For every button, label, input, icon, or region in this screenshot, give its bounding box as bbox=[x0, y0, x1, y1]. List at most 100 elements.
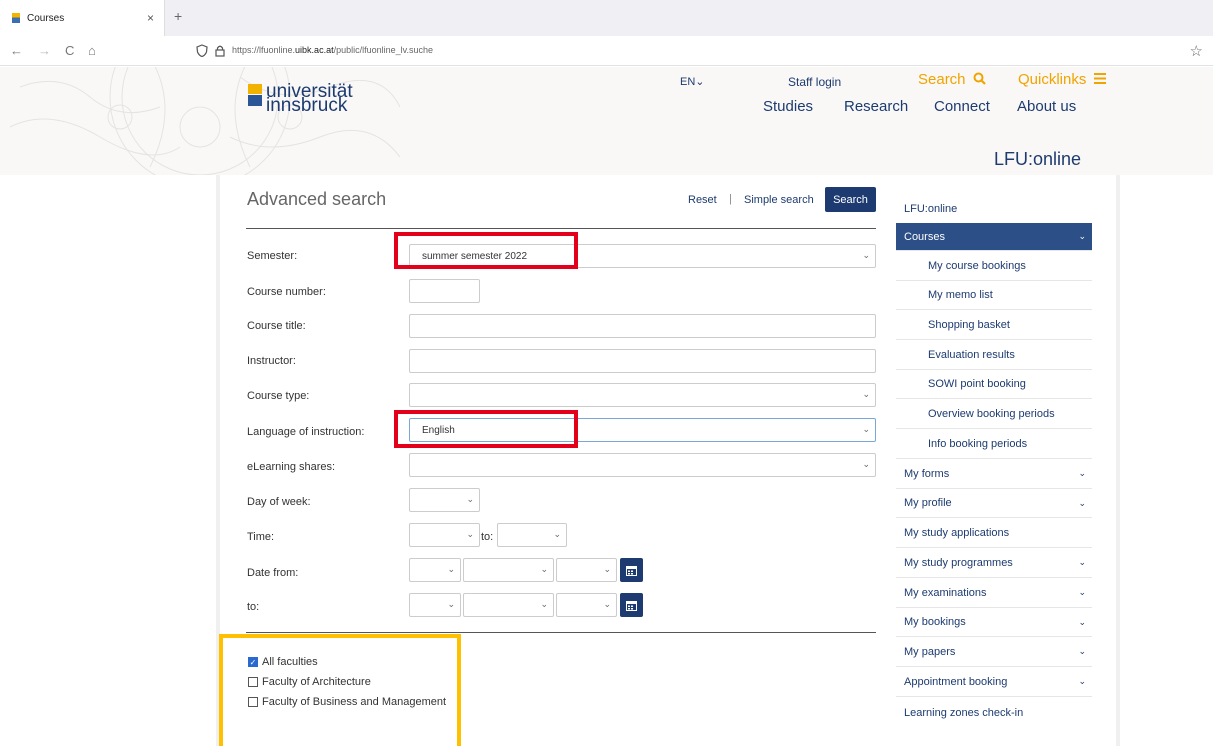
address-bar[interactable]: https://lfuonline.uibk.ac.at/public/lfuo… bbox=[232, 45, 433, 55]
sidebar-item-evaluation-results[interactable]: Evaluation results bbox=[896, 340, 1092, 370]
new-tab-button[interactable]: + bbox=[174, 8, 182, 24]
quicklinks-link[interactable]: Quicklinks bbox=[1018, 71, 1106, 88]
home-icon[interactable]: ⌂ bbox=[88, 43, 96, 58]
date-from-year-select[interactable]: ⌄ bbox=[556, 558, 617, 582]
simple-search-link[interactable]: Simple search bbox=[744, 194, 814, 206]
tab-title: Courses bbox=[27, 12, 65, 24]
language-label: Language of instruction: bbox=[247, 426, 365, 438]
nav-studies[interactable]: Studies bbox=[763, 98, 813, 115]
logo-flag-icon bbox=[248, 84, 262, 106]
sidebar-item-my-examinations[interactable]: My examinations ⌄ bbox=[896, 578, 1092, 608]
reset-link[interactable]: Reset bbox=[688, 194, 717, 206]
chevron-down-icon: ⌄ bbox=[1078, 646, 1086, 656]
browser-tab[interactable]: Courses × bbox=[0, 0, 165, 36]
date-to-year-select[interactable]: ⌄ bbox=[556, 593, 617, 617]
forward-icon[interactable]: → bbox=[38, 43, 51, 58]
nav-connect[interactable]: Connect bbox=[934, 98, 990, 115]
chevron-down-icon: ⌄ bbox=[862, 459, 870, 469]
chevron-down-icon: ⌄ bbox=[447, 564, 455, 574]
chevron-down-icon: ⌄ bbox=[1078, 616, 1086, 627]
sidebar-item-learning-zones-check-in[interactable]: Learning zones check-in bbox=[896, 697, 1092, 719]
date-from-day-select[interactable]: ⌄ bbox=[409, 558, 461, 582]
logo-line-2: innsbruck bbox=[266, 95, 348, 116]
sidebar-item-info-booking-periods[interactable]: Info booking periods bbox=[896, 429, 1092, 459]
sidebar-item-shopping-basket[interactable]: Shopping basket bbox=[896, 310, 1092, 340]
reload-icon[interactable]: C bbox=[65, 43, 74, 58]
chevron-down-icon: ⌄ bbox=[603, 599, 611, 609]
date-from-month-select[interactable]: ⌄ bbox=[463, 558, 554, 582]
elearning-label: eLearning shares: bbox=[247, 461, 336, 473]
instructor-input[interactable] bbox=[409, 349, 876, 373]
date-to-label: to: bbox=[247, 601, 260, 613]
chevron-down-icon: ⌄ bbox=[1078, 676, 1086, 686]
chevron-down-icon: ⌄ bbox=[447, 599, 455, 609]
tracking-shield-icon[interactable] bbox=[196, 44, 208, 60]
browser-nav-bar: ← → C ⌂ https://lfuonline.uibk.ac.at/pub… bbox=[0, 36, 1213, 66]
sidebar-item-my-bookings[interactable]: My bookings ⌄ bbox=[896, 608, 1092, 637]
divider-top bbox=[246, 228, 876, 229]
date-from-label: Date from: bbox=[247, 567, 299, 579]
sidebar-item-appointment-booking[interactable]: Appointment booking ⌄ bbox=[896, 667, 1092, 697]
day-of-week-label: Day of week: bbox=[247, 496, 311, 508]
bookmark-star-icon[interactable]: ☆ bbox=[1190, 42, 1203, 60]
nav-about-us[interactable]: About us bbox=[1017, 98, 1076, 115]
sidebar-item-my-study-applications[interactable]: My study applications bbox=[896, 518, 1092, 548]
course-title-input[interactable] bbox=[409, 314, 876, 338]
course-type-select[interactable]: ⌄ bbox=[409, 383, 876, 407]
link-separator: | bbox=[729, 193, 732, 205]
calendar-icon[interactable] bbox=[620, 593, 643, 617]
lock-icon[interactable] bbox=[215, 44, 225, 60]
chevron-down-icon: ⌄ bbox=[862, 424, 870, 434]
calendar-icon[interactable] bbox=[620, 558, 643, 582]
page-title: Advanced search bbox=[247, 189, 387, 209]
date-to-day-select[interactable]: ⌄ bbox=[409, 593, 461, 617]
sidebar-item-my-forms[interactable]: My forms ⌄ bbox=[896, 459, 1092, 489]
time-to-select[interactable]: ⌄ bbox=[497, 523, 567, 547]
highlight-box-language bbox=[394, 410, 578, 448]
panel-shadow-right bbox=[1116, 175, 1120, 746]
nav-research[interactable]: Research bbox=[844, 98, 908, 115]
divider-bottom bbox=[246, 632, 876, 633]
course-number-input[interactable] bbox=[409, 279, 480, 303]
chevron-down-icon: ⌄ bbox=[1078, 587, 1086, 597]
chevron-down-icon: ⌄ bbox=[540, 564, 548, 574]
time-from-select[interactable]: ⌄ bbox=[409, 523, 480, 547]
chevron-down-icon: ⌄ bbox=[603, 564, 611, 574]
search-icon bbox=[973, 72, 986, 85]
sidebar-item-my-profile[interactable]: My profile ⌄ bbox=[896, 489, 1092, 518]
sidebar-item-my-study-programmes[interactable]: My study programmes ⌄ bbox=[896, 548, 1092, 578]
staff-login-link[interactable]: Staff login bbox=[788, 75, 841, 89]
instructor-label: Instructor: bbox=[247, 355, 296, 367]
course-type-label: Course type: bbox=[247, 390, 310, 402]
close-tab-icon[interactable]: × bbox=[147, 11, 154, 25]
chevron-down-icon: ⌄ bbox=[1078, 231, 1086, 241]
semester-label: Semester: bbox=[247, 250, 298, 262]
chevron-down-icon: ⌄ bbox=[1078, 557, 1086, 567]
header-search-link[interactable]: Search bbox=[918, 71, 986, 88]
date-to-month-select[interactable]: ⌄ bbox=[463, 593, 554, 617]
sidebar-item-my-course-bookings[interactable]: My course bookings bbox=[896, 251, 1092, 281]
highlight-box-faculties bbox=[219, 634, 461, 746]
hamburger-menu-icon bbox=[1093, 73, 1106, 84]
elearning-select[interactable]: ⌄ bbox=[409, 453, 876, 477]
chevron-down-icon: ⌄ bbox=[1078, 497, 1086, 508]
language-switcher[interactable]: EN⌄ bbox=[680, 75, 705, 88]
course-number-label: Course number: bbox=[247, 286, 326, 298]
sidebar-item-my-papers[interactable]: My papers ⌄ bbox=[896, 637, 1092, 667]
browser-tab-bar: Courses × + bbox=[0, 0, 1213, 36]
sidebar-item-courses[interactable]: Courses ⌄ bbox=[896, 223, 1092, 251]
favicon-icon bbox=[12, 13, 20, 23]
lfu-online-title: LFU:online bbox=[994, 149, 1082, 169]
sidebar-item-overview-booking-periods[interactable]: Overview booking periods bbox=[896, 399, 1092, 429]
chevron-down-icon: ⌄ bbox=[862, 250, 870, 260]
search-button[interactable]: Search bbox=[825, 187, 876, 212]
time-to-label: to: bbox=[481, 531, 494, 543]
back-icon[interactable]: ← bbox=[10, 43, 23, 58]
chevron-down-icon: ⌄ bbox=[540, 599, 548, 609]
sidebar-item-sowi-point-booking[interactable]: SOWI point booking bbox=[896, 370, 1092, 399]
day-of-week-select[interactable]: ⌄ bbox=[409, 488, 480, 512]
chevron-down-icon: ⌄ bbox=[862, 389, 870, 399]
sidebar-item-my-memo-list[interactable]: My memo list bbox=[896, 281, 1092, 310]
sidebar-item-lfu-online[interactable]: LFU:online bbox=[896, 194, 1092, 223]
time-label: Time: bbox=[247, 531, 275, 543]
